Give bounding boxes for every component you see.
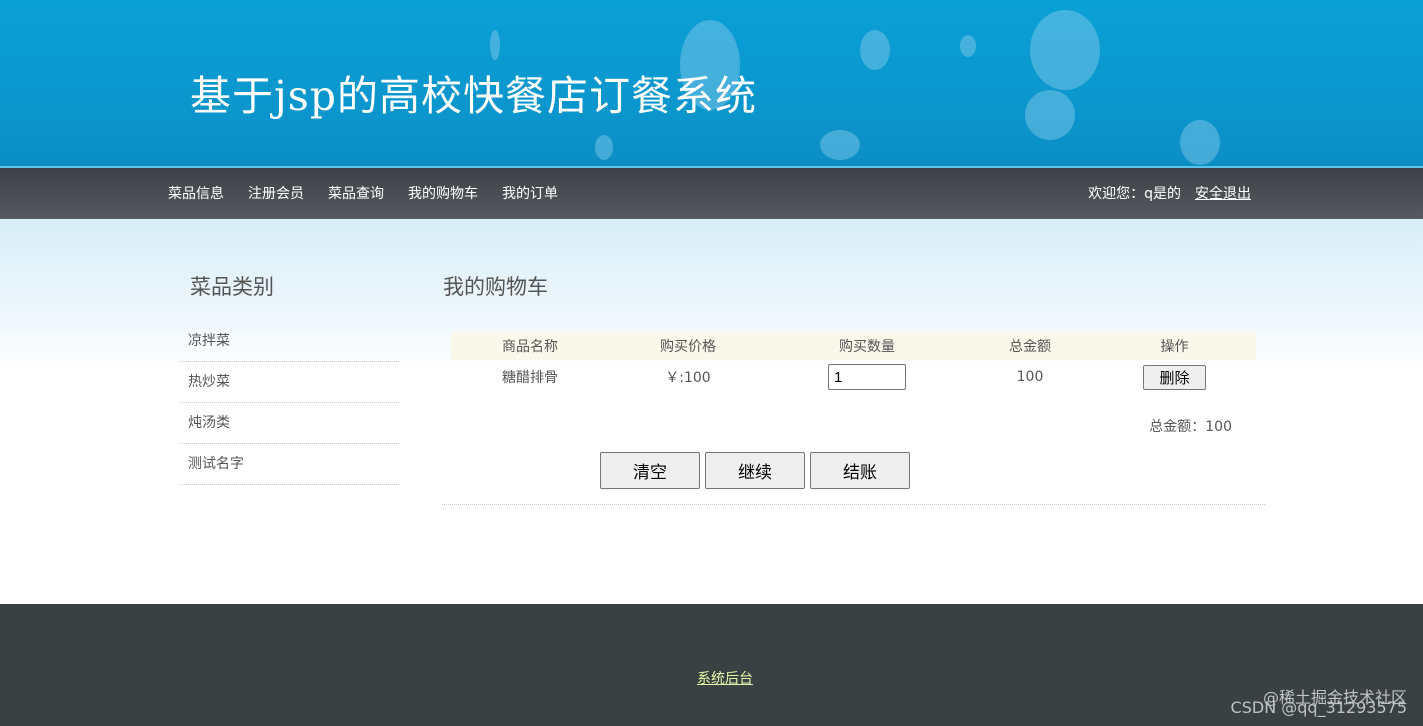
action-cell: 删除	[1093, 360, 1256, 394]
banner-decoration	[490, 30, 500, 60]
quantity-input[interactable]	[828, 364, 906, 390]
welcome-text: 欢迎您：q是的	[1088, 186, 1181, 202]
banner-decoration	[860, 30, 890, 70]
banner-decoration	[1030, 10, 1100, 90]
banner-decoration	[1180, 120, 1220, 165]
sidebar: 菜品类别 凉拌菜 热炒菜 炖汤类 测试名字	[180, 271, 399, 485]
banner-decoration	[1025, 90, 1075, 140]
clear-button[interactable]: 清空	[600, 452, 700, 489]
column-header: 操作	[1093, 332, 1256, 360]
checkout-button[interactable]: 结账	[810, 452, 910, 489]
cart-table: 商品名称 购买价格 购买数量 总金额 操作 糖醋排骨 ￥:100 100 删除	[451, 332, 1256, 394]
footer: 系统后台 @稀土掘金技术社区 CSDN @qq_31293575	[0, 604, 1423, 726]
quantity-cell	[767, 360, 967, 394]
column-header: 商品名称	[451, 332, 609, 360]
watermark-text: CSDN @qq_31293575	[1230, 698, 1407, 717]
item-subtotal: 100	[1016, 369, 1044, 385]
item-name: 糖醋排骨	[502, 370, 558, 386]
column-header: 购买数量	[767, 332, 967, 360]
nav-item-my-cart[interactable]: 我的购物车	[408, 183, 478, 203]
nav-item-dish-search[interactable]: 菜品查询	[328, 183, 384, 203]
cart-actions: 清空 继续 结账	[600, 452, 910, 489]
banner-decoration	[595, 135, 613, 160]
sidebar-title: 菜品类别	[190, 275, 274, 299]
logout-link[interactable]: 安全退出	[1195, 183, 1251, 203]
site-title: 基于jsp的高校快餐店订餐系统	[190, 72, 757, 120]
delete-button[interactable]: 删除	[1143, 364, 1206, 390]
divider	[442, 504, 1265, 505]
category-item[interactable]: 热炒菜	[180, 362, 399, 403]
table-row: 糖醋排骨 ￥:100 100 删除	[451, 360, 1256, 394]
nav-item-dish-info[interactable]: 菜品信息	[168, 183, 224, 203]
category-item[interactable]: 凉拌菜	[180, 321, 399, 362]
cart-panel: 我的购物车 商品名称 购买价格 购买数量 总金额 操作 糖醋排骨 ￥:100 1…	[442, 271, 1265, 505]
cart-total: 总金额：100	[1149, 419, 1232, 435]
column-header: 总金额	[967, 332, 1093, 360]
nav-menu: 菜品信息 注册会员 菜品查询 我的购物车 我的订单	[168, 183, 558, 203]
category-item[interactable]: 炖汤类	[180, 403, 399, 444]
continue-button[interactable]: 继续	[705, 452, 805, 489]
nav-item-register[interactable]: 注册会员	[248, 183, 304, 203]
column-header: 购买价格	[609, 332, 767, 360]
item-price: ￥:100	[665, 370, 711, 386]
banner-decoration	[820, 130, 860, 160]
admin-link[interactable]: 系统后台	[697, 668, 753, 688]
page-title: 我的购物车	[443, 275, 548, 299]
table-header-row: 商品名称 购买价格 购买数量 总金额 操作	[451, 332, 1256, 360]
user-area: 欢迎您：q是的 安全退出	[1088, 183, 1251, 203]
header-banner: 基于jsp的高校快餐店订餐系统	[0, 0, 1423, 167]
nav-item-my-orders[interactable]: 我的订单	[502, 183, 558, 203]
category-item[interactable]: 测试名字	[180, 444, 399, 485]
navbar: 菜品信息 注册会员 菜品查询 我的购物车 我的订单 欢迎您：q是的 安全退出	[0, 168, 1423, 219]
banner-decoration	[960, 35, 976, 57]
